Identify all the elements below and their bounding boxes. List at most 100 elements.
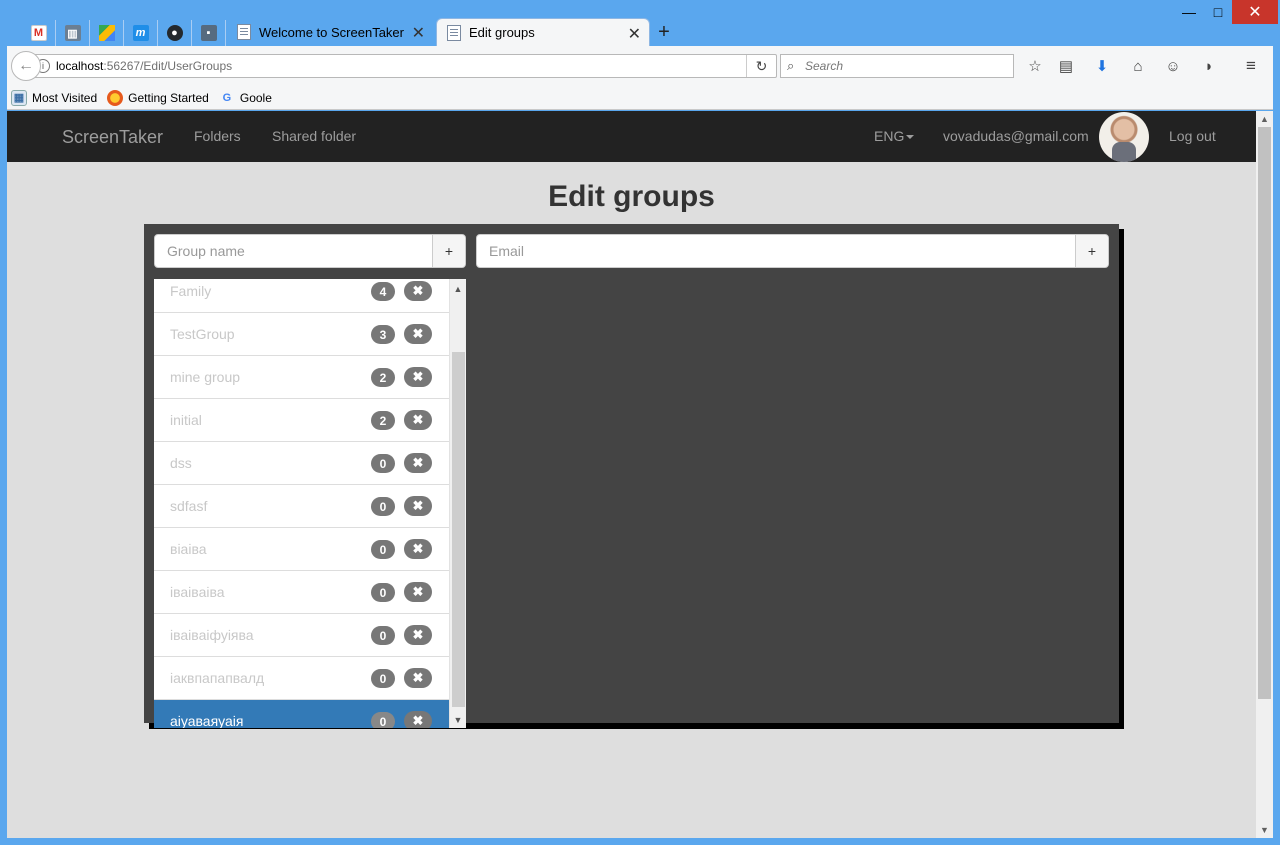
close-tab-icon[interactable]: ✕ (412, 23, 425, 43)
delete-group-button[interactable]: ✖ (404, 711, 432, 728)
bookmarks-bar: ▦ Most Visited Getting Started G Goole (7, 86, 1273, 110)
email-input[interactable] (477, 235, 1075, 267)
list-item[interactable]: dss 0 ✖ (154, 442, 449, 485)
group-name-input[interactable] (155, 235, 432, 267)
list-item[interactable]: initial 2 ✖ (154, 399, 449, 442)
group-name: іваіваіфуіява (170, 627, 254, 643)
delete-group-button[interactable]: ✖ (404, 367, 432, 387)
pinned-tab-gmail[interactable]: M (22, 20, 56, 46)
pinned-tab-github[interactable]: ● (158, 20, 192, 46)
list-item[interactable]: іаквпапапвалд 0 ✖ (154, 657, 449, 700)
pocket-icon[interactable]: ◗ (1199, 56, 1219, 76)
page-icon (447, 24, 461, 41)
member-count-badge: 0 (371, 454, 395, 473)
github-icon: ● (166, 25, 183, 41)
home-icon[interactable]: ⌂ (1128, 56, 1148, 76)
email-input-group: + (476, 234, 1109, 268)
scroll-down-icon[interactable]: ▼ (450, 712, 466, 728)
avatar[interactable] (1099, 112, 1149, 162)
close-tab-icon[interactable]: ✕ (628, 24, 641, 44)
bookmark-star-icon[interactable]: ☆ (1025, 56, 1045, 76)
back-button[interactable]: ← (11, 51, 41, 81)
google-icon: G (222, 91, 232, 104)
bookmark-label: Goole (239, 90, 272, 105)
group-name: mine group (170, 369, 241, 385)
tab-welcome[interactable]: Welcome to ScreenTaker ✕ (227, 18, 433, 46)
trello-icon: ▥ (64, 25, 81, 41)
list-item[interactable]: іваіваіва 0 ✖ (154, 571, 449, 614)
gmail-icon: M (30, 25, 47, 41)
group-name: sdfasf (170, 498, 208, 514)
delete-group-button[interactable]: ✖ (404, 625, 432, 645)
scroll-up-icon[interactable]: ▲ (450, 281, 466, 297)
group-list-container: Family 4 ✖ TestGroup 3 ✖ mine group 2 ✖ … (154, 279, 466, 728)
delete-group-button[interactable]: ✖ (404, 496, 432, 516)
list-item[interactable]: іваіваіфуіява 0 ✖ (154, 614, 449, 657)
delete-group-button[interactable]: ✖ (404, 582, 432, 602)
bookmark-label: Most Visited (32, 90, 98, 105)
menu-icon[interactable]: ≡ (1241, 56, 1261, 76)
browser-toolbar: i localhost:56267/Edit/UserGroups ↻ ← ⌕ … (7, 46, 1273, 86)
pinned-tab-chat[interactable]: ▪ (192, 20, 226, 46)
logout-link[interactable]: Log out (1169, 128, 1216, 144)
scroll-down-icon[interactable]: ▼ (1256, 822, 1273, 838)
group-list-scrollbar[interactable]: ▲ ▼ (449, 279, 466, 728)
reading-list-icon[interactable]: ▤ (1056, 56, 1076, 76)
delete-group-button[interactable]: ✖ (404, 324, 432, 344)
close-window-button[interactable]: ✕ (1232, 0, 1278, 24)
group-name: іваіваіва (170, 584, 225, 600)
page-viewport: ScreenTaker Folders Shared folder ENG vo… (7, 111, 1256, 838)
bookmark-getting-started[interactable]: Getting Started (107, 89, 209, 106)
pinned-tab-trello[interactable]: ▥ (56, 20, 90, 46)
nav-folders[interactable]: Folders (194, 128, 241, 144)
language-dropdown[interactable]: ENG (874, 128, 915, 144)
search-icon: ⌕ (787, 58, 795, 73)
list-item[interactable]: віаіва 0 ✖ (154, 528, 449, 571)
brand-link[interactable]: ScreenTaker (62, 127, 163, 148)
download-icon[interactable]: ⬇ (1092, 56, 1112, 76)
scroll-up-icon[interactable]: ▲ (1256, 111, 1273, 127)
add-email-button[interactable]: + (1075, 235, 1108, 267)
pinned-tab-meister[interactable]: m (124, 20, 158, 46)
emoji-icon[interactable]: ☺ (1163, 56, 1183, 76)
group-name: initial (170, 412, 202, 428)
bookmark-goole[interactable]: G Goole (219, 90, 272, 106)
page-scrollbar[interactable]: ▲ ▼ (1256, 111, 1273, 838)
list-item[interactable]: sdfasf 0 ✖ (154, 485, 449, 528)
search-bar[interactable]: ⌕ Search (780, 54, 1014, 78)
delete-group-button[interactable]: ✖ (404, 453, 432, 473)
maximize-button[interactable]: □ (1204, 0, 1232, 24)
nav-shared-folder[interactable]: Shared folder (272, 128, 356, 144)
member-count-badge: 0 (371, 583, 395, 602)
new-tab-button[interactable]: + (652, 20, 676, 44)
delete-group-button[interactable]: ✖ (404, 539, 432, 559)
delete-group-button[interactable]: ✖ (404, 410, 432, 430)
tab-edit-groups[interactable]: Edit groups ✕ (436, 18, 650, 46)
member-count-badge: 2 (371, 368, 395, 387)
bookmark-most-visited[interactable]: ▦ Most Visited (11, 89, 98, 106)
url-bar[interactable]: i localhost:56267/Edit/UserGroups ↻ (29, 54, 777, 78)
list-item[interactable]: mine group 2 ✖ (154, 356, 449, 399)
delete-group-button[interactable]: ✖ (404, 281, 432, 301)
member-count-badge: 3 (371, 325, 395, 344)
group-name: TestGroup (170, 326, 235, 342)
url-path: :56267/Edit/UserGroups (103, 59, 233, 73)
group-name: аіуаваяуаія (170, 713, 244, 728)
language-label: ENG (874, 128, 905, 144)
delete-group-button[interactable]: ✖ (404, 668, 432, 688)
list-item-selected[interactable]: аіуаваяуаія 0 ✖ (154, 700, 449, 728)
scrollbar-thumb[interactable] (452, 352, 465, 707)
add-group-button[interactable]: + (432, 235, 465, 267)
caret-down-icon (906, 135, 915, 140)
bookmark-label: Getting Started (128, 90, 209, 105)
minimize-button[interactable]: — (1174, 0, 1204, 24)
list-item[interactable]: Family 4 ✖ (154, 279, 449, 313)
list-item[interactable]: TestGroup 3 ✖ (154, 313, 449, 356)
folder-icon: ▦ (11, 89, 27, 106)
scrollbar-thumb[interactable] (1258, 127, 1271, 699)
user-email[interactable]: vovadudas@gmail.com (943, 128, 1089, 144)
member-count-badge: 0 (371, 712, 395, 728)
reload-icon[interactable]: ↻ (746, 55, 776, 77)
member-count-badge: 2 (371, 411, 395, 430)
pinned-tab-drive[interactable] (90, 20, 124, 46)
